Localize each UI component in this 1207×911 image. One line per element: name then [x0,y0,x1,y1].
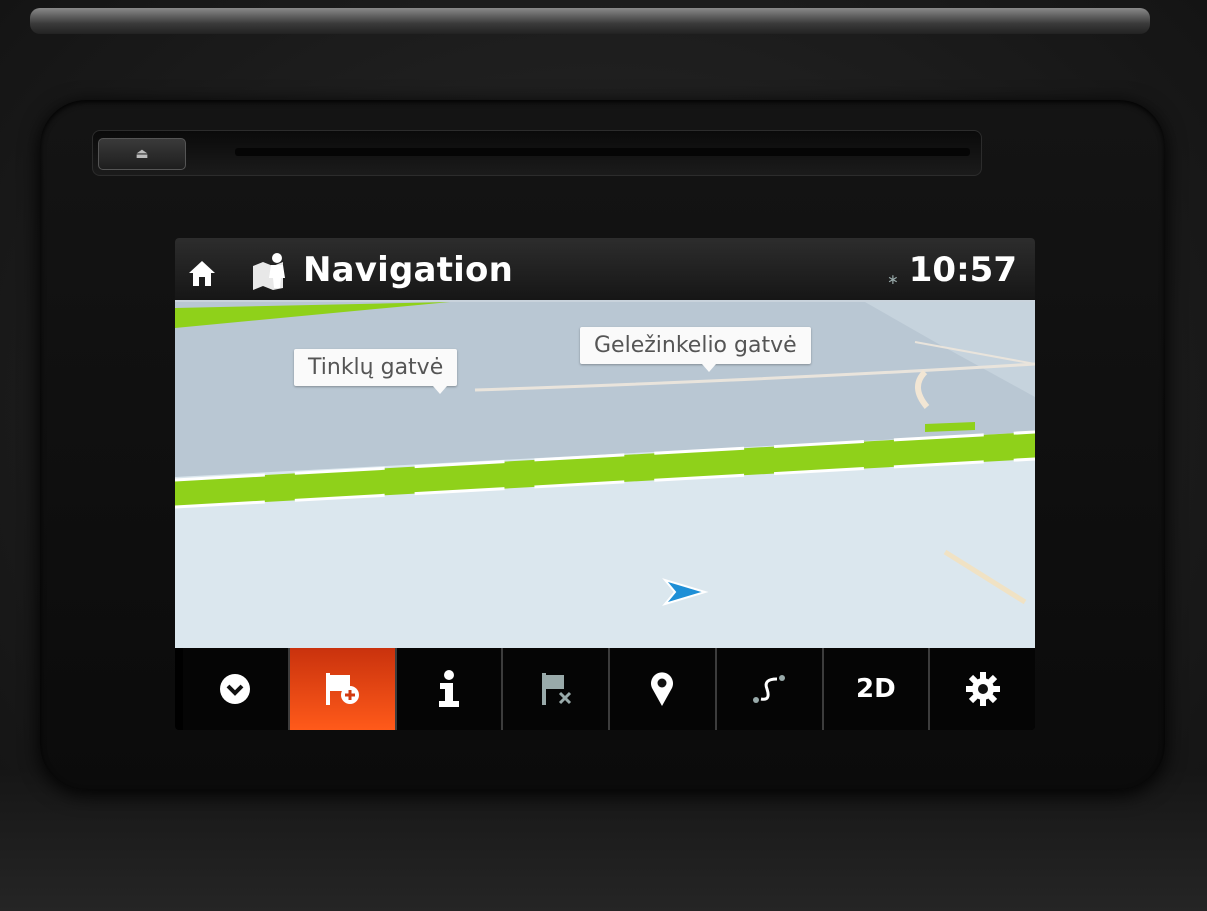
collapse-menu-button[interactable] [183,648,290,730]
navigation-toolbar: 2D [183,648,1035,730]
route-button[interactable] [717,648,824,730]
home-icon[interactable] [187,258,217,288]
view-mode-button[interactable]: 2D [824,648,931,730]
map-person-icon [253,253,285,290]
minor-road-3 [943,549,1027,605]
map-view[interactable]: Tinklų gatvė Geležinkelio gatvė [175,302,1035,648]
eject-icon: ⏏ [135,146,149,162]
settings-button[interactable] [930,648,1035,730]
add-waypoint-button[interactable] [289,648,397,730]
clock: 10:57 [908,250,1017,290]
info-button[interactable] [397,648,504,730]
street-label-tinklu: Tinklų gatvė [294,349,458,394]
chevron-down-icon [220,674,251,704]
vehicle-position-icon [662,578,709,606]
page-title: Navigation [303,250,513,290]
flag-cancel-icon [541,673,571,705]
bluetooth-icon: ∗ [887,272,899,288]
cd-slot-opening [235,148,970,156]
view-mode-label: 2D [856,674,896,704]
eject-button[interactable]: ⏏ [98,138,186,170]
dashboard-lower [0,770,1207,911]
dashboard-trim [30,8,1150,34]
gear-icon [965,672,1000,706]
location-button[interactable] [610,648,717,730]
location-pin-icon [651,672,674,706]
street-label-gelezinkelio: Geležinkelio gatvė [580,327,811,372]
info-icon [438,670,459,707]
flag-add-icon [326,673,360,705]
cancel-route-button[interactable] [503,648,610,730]
status-bar: Navigation ∗ 10:57 [175,238,1035,302]
infotainment-screen: Navigation ∗ 10:57 Tinklų gatvė Geležink… [175,238,1035,730]
route-icon [753,675,786,703]
